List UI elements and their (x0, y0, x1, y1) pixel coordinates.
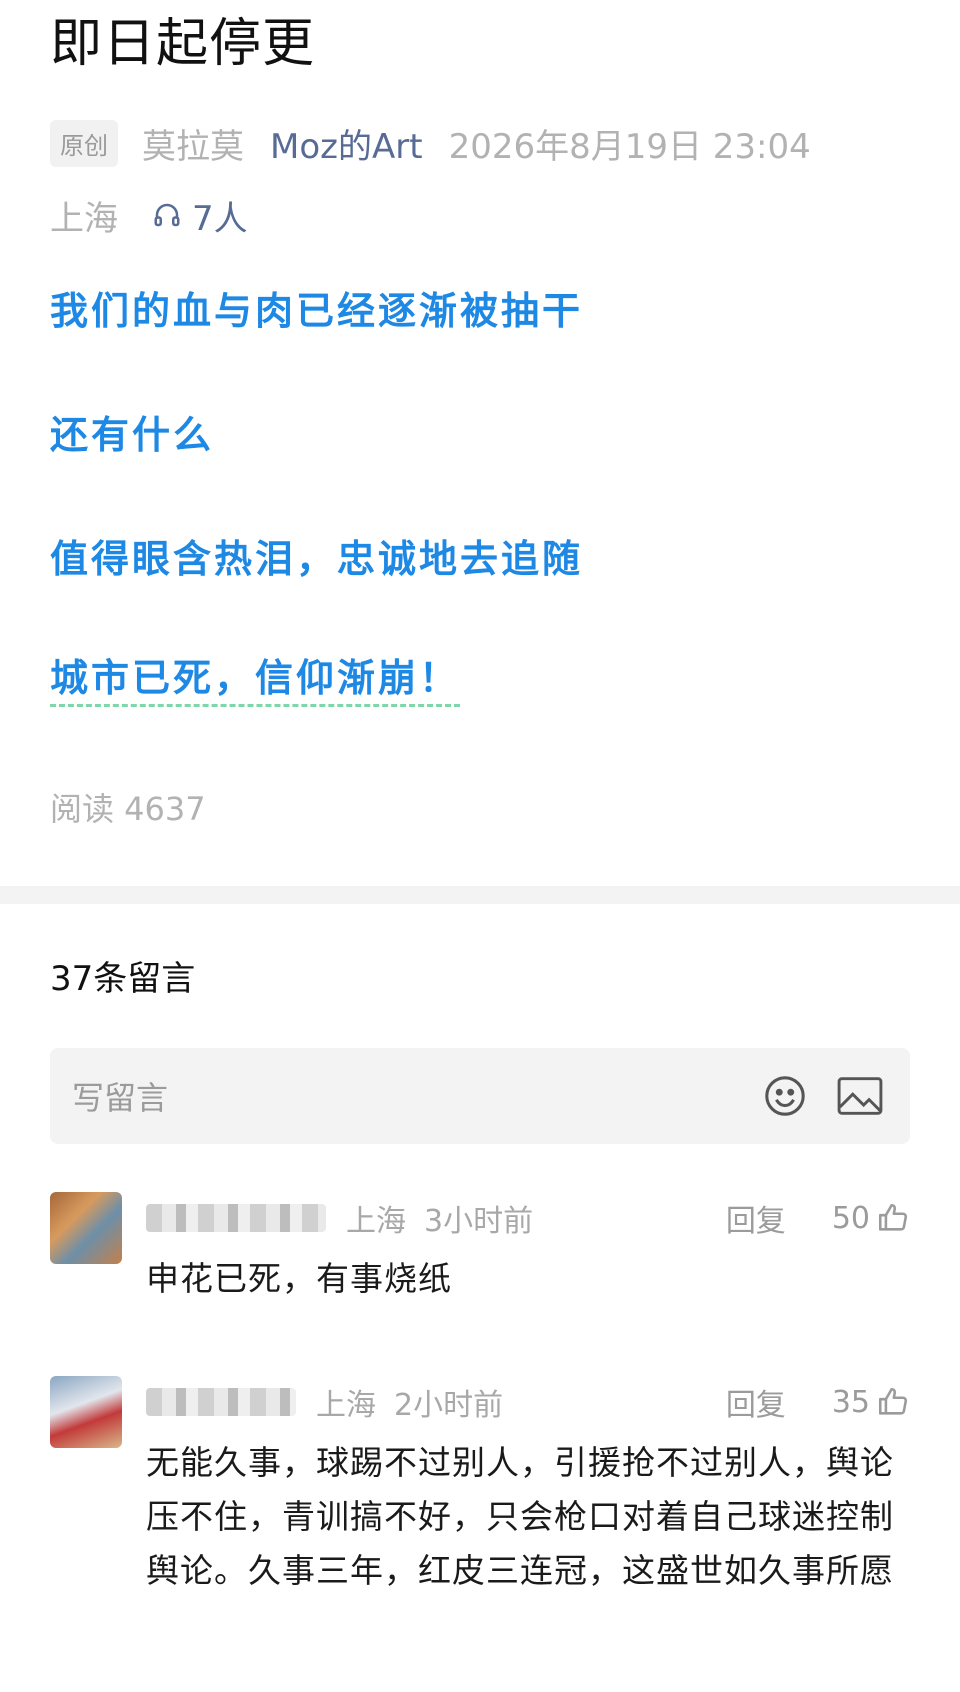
comment-item: 上海 3小时前 回复 50 申花已死，有事烧纸 (50, 1192, 910, 1306)
article: 即日起停更 原创 莫拉莫 Moz的Art 2026年8月19日 23:04 上海… (0, 0, 960, 834)
image-button[interactable] (836, 1076, 884, 1116)
emoji-button[interactable] (762, 1073, 808, 1119)
comment-body: 上海 3小时前 回复 50 申花已死，有事烧纸 (146, 1192, 910, 1306)
listen-count[interactable]: 7人 (152, 191, 248, 240)
thumbs-up-icon (878, 1387, 908, 1415)
write-comment-placeholder[interactable]: 写留言 (72, 1073, 734, 1119)
section-divider (0, 886, 960, 904)
original-badge: 原创 (50, 119, 118, 167)
comment-time: 2小时前 (394, 1388, 504, 1423)
account-name-link[interactable]: Moz的Art (270, 119, 423, 168)
body-line: 我们的血与肉已经逐渐被抽干 (50, 289, 584, 333)
body-line: 值得眼含热泪，忠诚地去追随 (50, 537, 584, 581)
comment-header: 上海 3小时前 回复 50 (146, 1192, 910, 1244)
comment-body: 上海 2小时前 回复 35 无能久事，球踢不过别人，引援抢不过别人，舆论压不住，… (146, 1376, 910, 1598)
article-meta: 原创 莫拉莫 Moz的Art 2026年8月19日 23:04 (50, 118, 910, 168)
write-comment-box[interactable]: 写留言 (50, 1048, 910, 1144)
avatar[interactable] (50, 1376, 122, 1448)
headphones-icon (154, 203, 180, 227)
comment-location: 上海 (316, 1388, 376, 1423)
thumbs-up-icon (878, 1203, 908, 1231)
comment-location: 上海 (346, 1204, 406, 1239)
article-title: 即日起停更 (50, 14, 316, 74)
read-count: 阅读 4637 (50, 790, 206, 828)
comment-time: 3小时前 (424, 1204, 534, 1239)
image-icon (837, 1077, 883, 1115)
avatar[interactable] (50, 1192, 122, 1264)
comments-section: 37条留言 写留言 上海 3小时前 回复 50 申花已死，有事烧纸 上海 2小时… (0, 954, 960, 1598)
listen-count-label: 7人 (192, 198, 248, 239)
publish-location: 上海 (50, 198, 118, 239)
comment-text: 申花已死，有事烧纸 (146, 1259, 452, 1298)
like-button[interactable]: 35 (832, 1385, 910, 1420)
article-body: 我们的血与肉已经逐渐被抽干 还有什么 值得眼含热泪，忠诚地去追随 城市已死，信仰… (50, 276, 910, 708)
body-line-text: 城市已死，信仰渐崩！ (50, 656, 461, 707)
like-count: 50 (831, 1200, 870, 1236)
author-name[interactable]: 莫拉莫 (142, 119, 244, 168)
body-line: 还有什么 (50, 413, 215, 457)
like-button[interactable]: 50 (832, 1201, 910, 1236)
blurred-username[interactable] (146, 1388, 296, 1416)
emoji-icon (765, 1076, 805, 1116)
body-line-last: 城市已死，信仰渐崩！ (50, 648, 910, 708)
comment-text: 无能久事，球踢不过别人，引援抢不过别人，舆论压不住，青训搞不好，只会枪口对着自己… (146, 1443, 894, 1590)
blurred-username[interactable] (146, 1204, 326, 1232)
comment-item: 上海 2小时前 回复 35 无能久事，球踢不过别人，引援抢不过别人，舆论压不住，… (50, 1376, 910, 1598)
publish-datetime: 2026年8月19日 23:04 (448, 126, 811, 167)
reply-button[interactable]: 回复 (726, 1196, 786, 1240)
like-count: 35 (831, 1384, 870, 1420)
comment-header: 上海 2小时前 回复 35 (146, 1376, 910, 1428)
article-meta-secondary: 上海 7人 (50, 190, 910, 240)
comment-count: 37条留言 (50, 959, 196, 999)
reply-button[interactable]: 回复 (726, 1380, 786, 1424)
